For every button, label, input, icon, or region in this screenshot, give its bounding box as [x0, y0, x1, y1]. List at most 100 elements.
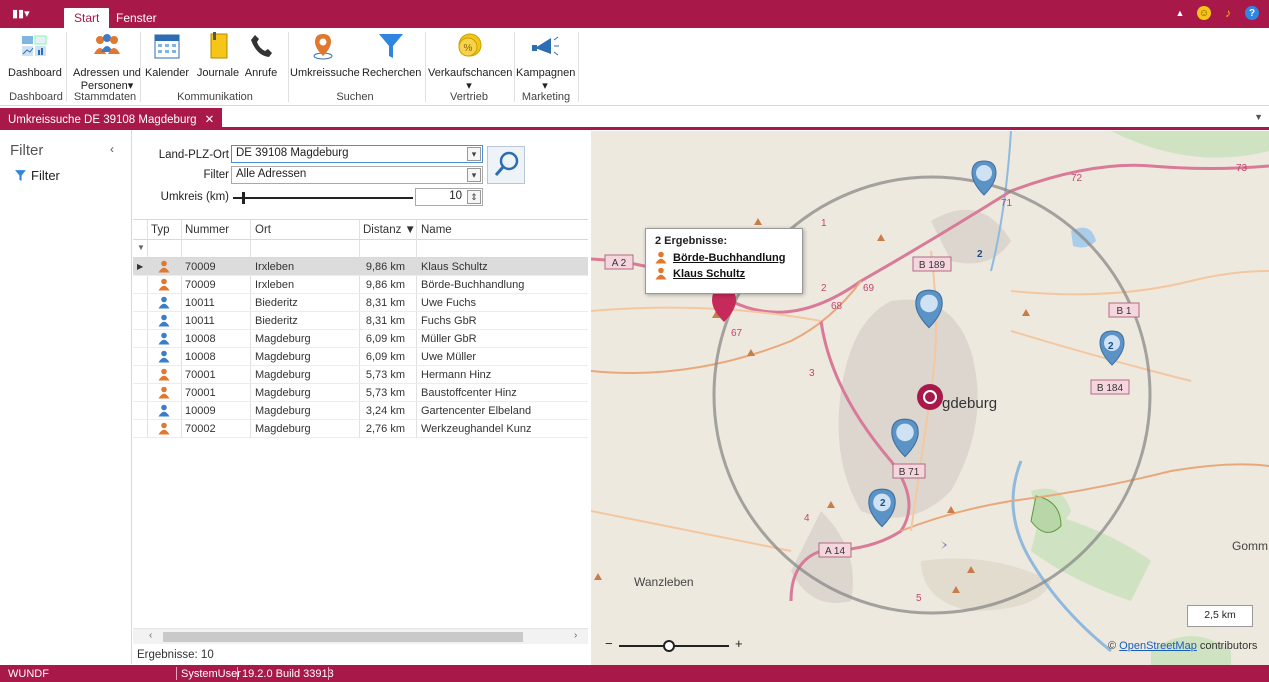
popup-title: 2 Ergebnisse:: [655, 235, 728, 247]
tab-fenster[interactable]: Fenster: [106, 8, 167, 28]
col-typ[interactable]: Typ: [151, 224, 170, 236]
cluster-count-1: 2: [977, 249, 983, 260]
cell-ort: Magdeburg: [255, 369, 311, 381]
cell-distanz: 3,24 km: [365, 405, 405, 417]
cell-ort: Magdeburg: [255, 423, 311, 435]
table-row[interactable]: ▶ 70009 Irxleben 9,86 km Klaus Schultz: [133, 258, 588, 276]
search-button[interactable]: [487, 146, 525, 184]
cell-distanz: 6,09 km: [365, 333, 405, 345]
person-orange-icon: [158, 260, 170, 273]
col-ort[interactable]: Ort: [255, 224, 271, 236]
plz-input[interactable]: DE 39108 Magdeburg: [231, 145, 483, 163]
dashboard-button[interactable]: Dashboard: [8, 30, 62, 79]
map-pin-result[interactable]: [913, 288, 945, 332]
cell-ort: Magdeburg: [255, 351, 311, 363]
table-row[interactable]: 10008 Magdeburg 6,09 km Müller GbR: [133, 330, 588, 348]
map-view[interactable]: 73 72 71 69 68 2 3 4 1 67 5 A 2 B 189 B …: [591, 131, 1269, 665]
table-row[interactable]: 70001 Magdeburg 5,73 km Hermann Hinz: [133, 366, 588, 384]
table-row[interactable]: 10011 Biederitz 8,31 km Uwe Fuchs: [133, 294, 588, 312]
cell-ort: Magdeburg: [255, 333, 311, 345]
openstreetmap-link[interactable]: OpenStreetMap: [1119, 640, 1197, 652]
col-nummer[interactable]: Nummer: [185, 224, 229, 236]
table-row[interactable]: 70001 Magdeburg 5,73 km Baustoffcenter Hinz: [133, 384, 588, 402]
filter-item[interactable]: Filter: [14, 168, 60, 183]
person-orange-icon: [655, 267, 667, 280]
person-orange-icon: [158, 386, 170, 399]
table-row[interactable]: 10011 Biederitz 8,31 km Fuchs GbR: [133, 312, 588, 330]
group-stammdaten: Stammdaten: [73, 91, 137, 103]
table-row[interactable]: 70002 Magdeburg 2,76 km Werkzeughandel Kunz: [133, 420, 588, 438]
tab-start[interactable]: Start: [64, 8, 110, 29]
svg-text:B 189: B 189: [919, 260, 946, 271]
plz-dropdown-icon[interactable]: ▾: [467, 147, 481, 161]
popup-link-boerde[interactable]: Börde-Buchhandlung: [655, 251, 793, 264]
radius-slider-track: [233, 197, 413, 199]
map-pin-result[interactable]: [866, 487, 898, 531]
smiley-icon[interactable]: ☺: [1197, 6, 1211, 20]
collapse-panel-icon[interactable]: ‹: [110, 142, 114, 156]
table-row[interactable]: 70009 Irxleben 9,86 km Börde-Buchhandlung: [133, 276, 588, 294]
map-attribution: © OpenStreetMap contributors: [1108, 640, 1258, 652]
document-tab-umkreissuche[interactable]: Umkreissuche DE 39108 Magdeburg ✕: [0, 108, 223, 130]
popup-link-klaus-schultz[interactable]: Klaus Schultz: [655, 267, 793, 280]
scrollbar-thumb[interactable]: [163, 632, 523, 642]
close-tab-icon[interactable]: ✕: [205, 114, 215, 126]
calendar-icon: [154, 34, 180, 59]
search-form: Land-PLZ-Ort DE 39108 Magdeburg ▾ Filter…: [133, 130, 588, 220]
anrufe-button[interactable]: Anrufe: [243, 30, 279, 79]
scroll-left-icon[interactable]: ‹: [149, 630, 152, 641]
cell-nummer: 70001: [185, 369, 216, 381]
cell-name: Uwe Fuchs: [421, 297, 477, 309]
cell-name: Fuchs GbR: [421, 315, 477, 327]
umkreissuche-button[interactable]: Umkreissuche: [290, 30, 360, 79]
table-filter-row[interactable]: ▼: [133, 240, 588, 258]
horizontal-scrollbar[interactable]: ‹ ›: [133, 628, 588, 644]
zoom-control[interactable]: − +: [605, 636, 745, 653]
bell-icon[interactable]: ♪: [1221, 6, 1235, 20]
verkaufschancen-button[interactable]: % Verkaufschancen ▾: [428, 30, 512, 92]
svg-text:%: %: [464, 43, 473, 54]
person-blue-icon: [158, 332, 170, 345]
help-icon[interactable]: ?: [1245, 6, 1259, 20]
filter-dropdown-icon[interactable]: ▾: [467, 168, 481, 182]
col-distanz[interactable]: Distanz ▼: [363, 224, 416, 236]
journale-button[interactable]: Journale: [196, 30, 240, 79]
zoom-in-button[interactable]: +: [735, 636, 743, 651]
svg-text:5: 5: [916, 593, 922, 604]
scroll-right-icon[interactable]: ›: [574, 630, 577, 641]
radius-spinner-icon[interactable]: ⇕: [467, 190, 481, 204]
tab-overflow-dropdown-icon[interactable]: ▼: [1254, 112, 1263, 122]
svg-text:69: 69: [863, 283, 875, 294]
app-menu-button[interactable]: ▮▮▾: [12, 7, 30, 20]
zoom-out-button[interactable]: −: [605, 636, 613, 651]
kalender-button[interactable]: Kalender: [144, 30, 190, 79]
cell-nummer: 10008: [185, 333, 216, 345]
cell-nummer: 10009: [185, 405, 216, 417]
cell-nummer: 70002: [185, 423, 216, 435]
map-scale: 2,5 km: [1187, 605, 1253, 627]
person-blue-icon: [158, 404, 170, 417]
radius-slider[interactable]: [233, 190, 413, 206]
zoom-slider-thumb[interactable]: [663, 640, 675, 652]
place-label-gomm: Gomm: [1232, 539, 1268, 553]
recherchen-button[interactable]: Recherchen: [362, 30, 421, 79]
svg-text:72: 72: [1071, 173, 1083, 184]
col-name[interactable]: Name: [421, 224, 452, 236]
group-marketing: Marketing: [521, 91, 571, 103]
kampagnen-button[interactable]: Kampagnen ▾: [516, 30, 575, 92]
person-blue-icon: [158, 350, 170, 363]
map-pin-result[interactable]: [889, 417, 921, 461]
radius-slider-thumb[interactable]: [242, 192, 245, 204]
adressen-personen-button[interactable]: Adressen und Personen▾: [72, 30, 142, 92]
filter-panel-title: Filter: [10, 142, 44, 159]
filter-panel: Filter ‹ Filter: [0, 130, 132, 664]
chevron-up-icon[interactable]: ▲: [1173, 6, 1187, 20]
svg-text:3: 3: [809, 368, 815, 379]
table-row[interactable]: 10009 Magdeburg 3,24 km Gartencenter Elbela…: [133, 402, 588, 420]
map-popup: 2 Ergebnisse: Börde-Buchhandlung Klaus S…: [645, 228, 803, 294]
map-pin-result[interactable]: [970, 159, 998, 199]
filter-select[interactable]: Alle Adressen: [231, 166, 483, 184]
svg-text:1: 1: [821, 218, 827, 229]
table-row[interactable]: 10008 Magdeburg 6,09 km Uwe Müller: [133, 348, 588, 366]
cell-nummer: 70001: [185, 387, 216, 399]
